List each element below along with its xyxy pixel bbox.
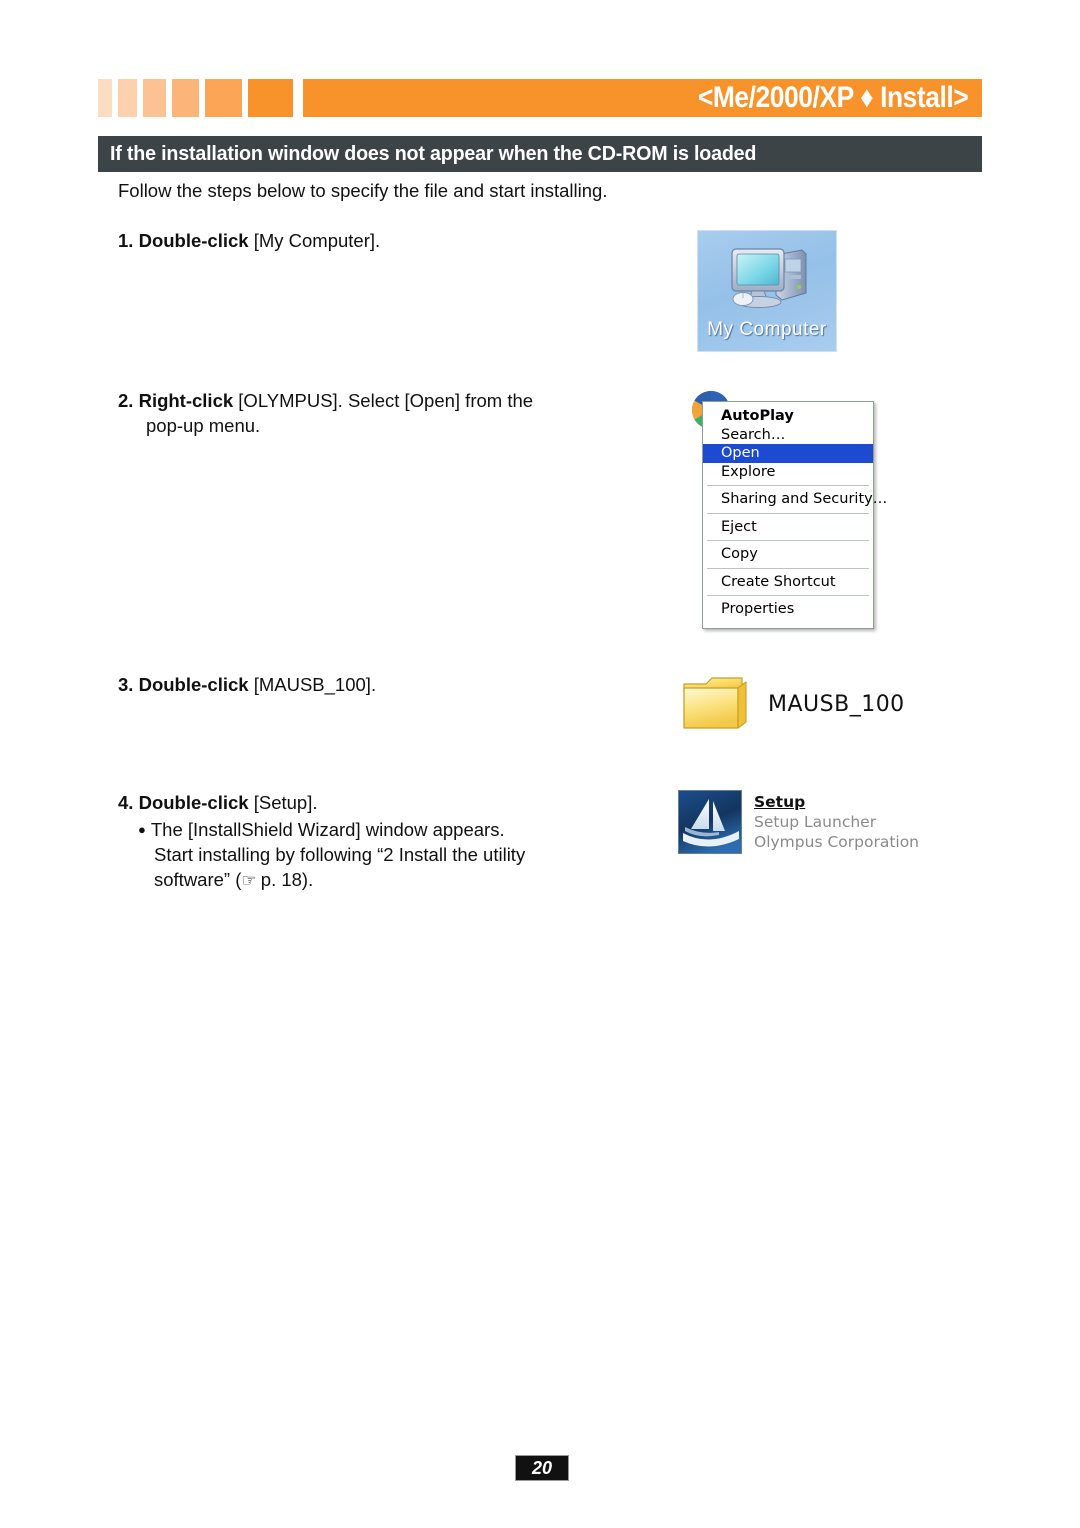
step-4-note-line-3-post: p. 18).: [255, 869, 314, 890]
my-computer-label: My Computer: [707, 319, 827, 340]
header-title-bar: <Me/2000/XP ♦ Install>: [303, 79, 982, 117]
step-1-number: 1.: [118, 230, 134, 251]
step-1-action: Double-click: [138, 230, 249, 251]
folder-icon: [683, 677, 747, 729]
my-computer-icon: [731, 248, 807, 308]
bullet-glyph-icon: ●: [138, 822, 146, 837]
step-3-action: Double-click: [138, 674, 249, 695]
step-4-note-line-3-pre: software” (: [154, 869, 242, 890]
menu-item-properties[interactable]: Properties: [703, 600, 873, 619]
header-segment-1: [98, 79, 112, 117]
setup-installshield-icon: [678, 790, 742, 854]
menu-item-create-shortcut[interactable]: Create Shortcut: [703, 573, 873, 592]
page-number: 20: [515, 1455, 569, 1481]
figure-my-computer-desktop: My Computer: [697, 230, 837, 352]
menu-separator-2: [707, 512, 869, 514]
menu-item-explore[interactable]: Explore: [703, 463, 873, 482]
pointing-hand-icon: ☞: [241, 871, 256, 890]
step-3-target: [MAUSB_100].: [248, 674, 377, 695]
header-segment-4: [172, 79, 199, 117]
step-4-note-line-3: software” (☞ p. 18).: [154, 867, 525, 893]
menu-item-sharing-and-security[interactable]: Sharing and Security…: [703, 490, 887, 509]
menu-separator-1: [707, 485, 869, 486]
step-4-number: 4.: [118, 792, 134, 813]
step-3-number: 3.: [118, 674, 134, 695]
step-4-note-line-2: Start installing by following “2 Install…: [154, 844, 526, 865]
step-4-note: ● The [InstallShield Wizard] window appea…: [118, 817, 525, 893]
section-title: If the installation window does not appe…: [110, 142, 757, 165]
step-2: 2. Right-click [OLYMPUS]. Select [Open] …: [118, 388, 533, 438]
section-title-bar: If the installation window does not appe…: [98, 136, 982, 172]
header-segment-3: [143, 79, 166, 117]
header-segment-5: [205, 79, 242, 117]
step-4-action: Double-click: [138, 792, 249, 813]
page-header-band: <Me/2000/XP ♦ Install>: [98, 79, 982, 117]
step-4-note-line-1: The [InstallShield Wizard] window appear…: [150, 819, 505, 840]
menu-item-copy[interactable]: Copy: [703, 545, 873, 564]
header-segment-2: [118, 79, 137, 117]
figure-folder: MAUSB_100: [680, 670, 980, 742]
step-2-target: [OLYMPUS]. Select [Open] from the: [233, 390, 534, 411]
folder-label: MAUSB_100: [768, 692, 905, 717]
context-menu-panel: AutoPlay Search… Open Explore Sharing an…: [702, 401, 887, 629]
step-4-target: [Setup].: [248, 792, 318, 813]
setup-file-name: Setup: [754, 793, 806, 811]
setup-file-details: Setup Setup Launcher Olympus Corporation: [754, 792, 919, 852]
menu-separator-5: [707, 595, 869, 596]
step-3: 3. Double-click [MAUSB_100].: [118, 672, 376, 697]
step-2-action: Right-click: [138, 390, 234, 411]
header-title: <Me/2000/XP ♦ Install>: [697, 81, 969, 114]
figure-context-menu: AutoPlay Search… Open Explore Sharing an…: [690, 390, 887, 630]
step-1: 1. Double-click [My Computer].: [118, 228, 380, 253]
menu-separator-4: [707, 567, 869, 569]
setup-file-description: Setup Launcher: [754, 813, 877, 831]
menu-item-search[interactable]: Search…: [703, 426, 873, 445]
menu-item-eject[interactable]: Eject: [703, 518, 873, 537]
header-segment-6: [248, 79, 293, 117]
menu-item-autoplay[interactable]: AutoPlay: [703, 407, 873, 426]
step-1-target: [My Computer].: [248, 230, 381, 251]
intro-paragraph: Follow the steps below to specify the fi…: [118, 180, 608, 201]
step-4: 4. Double-click [Setup]. ● The [InstallSh…: [118, 790, 525, 893]
menu-item-open[interactable]: Open: [703, 444, 873, 463]
menu-separator-3: [707, 540, 869, 541]
step-2-number: 2.: [118, 390, 134, 411]
step-2-continuation: pop-up menu.: [146, 415, 261, 436]
figure-setup-file: Setup Setup Launcher Olympus Corporation: [678, 790, 978, 860]
setup-file-company: Olympus Corporation: [754, 833, 920, 851]
